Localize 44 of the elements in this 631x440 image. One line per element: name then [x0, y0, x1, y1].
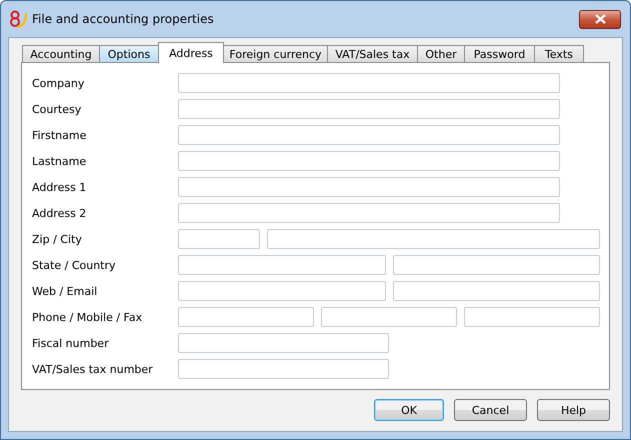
- field-label: Web / Email: [32, 284, 98, 298]
- tab[interactable]: Address: [158, 42, 224, 63]
- input-field[interactable]: [267, 229, 600, 249]
- field-label: Company: [32, 76, 86, 90]
- input-field[interactable]: [178, 333, 389, 353]
- window-title: File and accounting properties: [32, 12, 215, 26]
- input-field[interactable]: [178, 203, 560, 223]
- field-label: Address 2: [32, 206, 88, 220]
- field-label: Fiscal number: [32, 336, 110, 350]
- input-field[interactable]: [464, 307, 600, 327]
- tab[interactable]: Other: [417, 45, 465, 63]
- input-field[interactable]: [393, 255, 600, 275]
- input-field[interactable]: [178, 125, 560, 145]
- field-label: Phone / Mobile / Fax: [32, 310, 144, 324]
- field-label: Courtesy: [32, 102, 82, 116]
- field-label: State / Country: [32, 258, 117, 272]
- input-field[interactable]: [321, 307, 457, 327]
- input-field[interactable]: [178, 307, 314, 327]
- app-logo-icon: [8, 9, 28, 29]
- field-label: VAT/Sales tax number: [32, 362, 154, 376]
- input-field[interactable]: [178, 229, 260, 249]
- input-field[interactable]: [178, 255, 386, 275]
- field-label: Zip / City: [32, 232, 83, 246]
- input-field[interactable]: [178, 359, 389, 379]
- tab[interactable]: Password: [464, 45, 535, 63]
- field-label: Lastname: [32, 154, 88, 168]
- input-field[interactable]: [178, 281, 386, 301]
- dialog-button[interactable]: Cancel: [454, 399, 527, 421]
- tab[interactable]: Options: [99, 45, 159, 63]
- tab[interactable]: Accounting: [22, 45, 100, 63]
- tab[interactable]: VAT/Sales tax: [327, 45, 418, 63]
- close-icon: [594, 14, 606, 24]
- input-field[interactable]: [393, 281, 600, 301]
- tab[interactable]: Foreign currency: [223, 45, 328, 63]
- input-field[interactable]: [178, 151, 560, 171]
- field-label: Firstname: [32, 128, 88, 142]
- input-field[interactable]: [178, 99, 560, 119]
- close-button[interactable]: [579, 10, 621, 28]
- tab[interactable]: Texts: [534, 45, 584, 63]
- input-field[interactable]: [178, 73, 560, 93]
- dialog-button[interactable]: OK: [374, 399, 444, 421]
- dialog-button[interactable]: Help: [537, 399, 610, 421]
- field-label: Address 1: [32, 180, 88, 194]
- input-field[interactable]: [178, 177, 560, 197]
